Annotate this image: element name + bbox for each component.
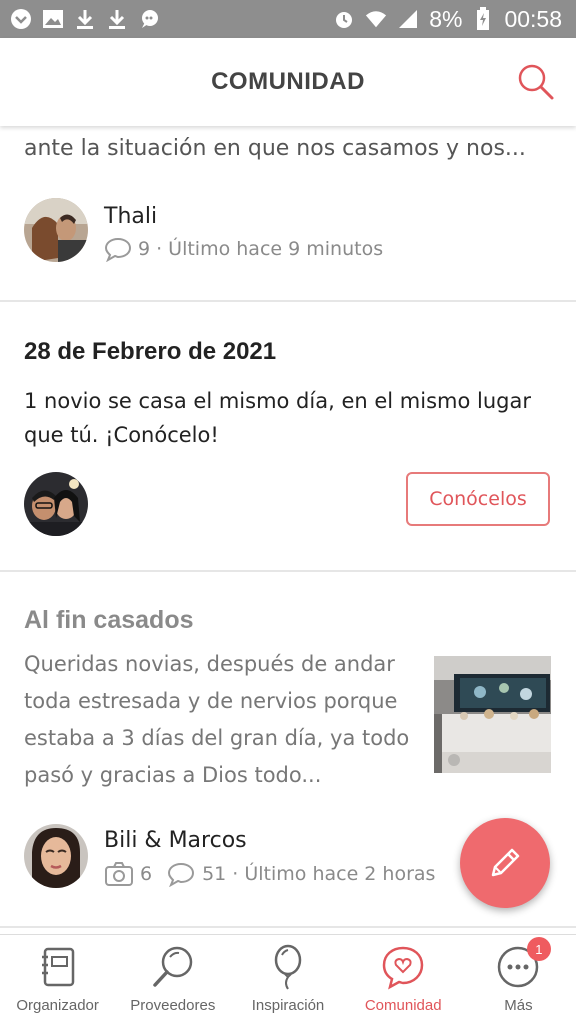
match-date: 28 de Febrero de 2021 (24, 338, 277, 365)
comment-count: 51 (202, 863, 227, 885)
author-name[interactable]: Bili & Marcos (104, 828, 247, 853)
nav-proveedores[interactable]: Proveedores (115, 935, 230, 1024)
download-icon (74, 8, 96, 30)
divider (0, 926, 576, 928)
nav-mas[interactable]: 1 Más (461, 935, 576, 1024)
nav-label: Más (504, 997, 533, 1014)
last-activity: · Último hace 2 horas (232, 863, 436, 885)
search-button[interactable] (514, 60, 558, 104)
comment-count: 9 (138, 238, 151, 260)
new-post-button[interactable] (460, 818, 550, 908)
match-card[interactable]: 28 de Febrero de 2021 1 novio se casa el… (0, 302, 576, 570)
discussion-snippet: Queridas novias, después de andar toda e… (24, 652, 410, 787)
balloon-icon (264, 943, 312, 991)
last-activity: · Último hace 9 minutos (156, 238, 384, 260)
nav-inspiracion[interactable]: Inspiración (230, 935, 345, 1024)
nav-comunidad[interactable]: Comunidad (346, 935, 461, 1024)
pencil-icon (491, 848, 520, 877)
download-icon (106, 8, 128, 30)
match-text: 1 novio se casa el mismo día, en el mism… (24, 389, 531, 447)
bottom-nav: Organizador Proveedores Inspiración Comu… (0, 934, 576, 1024)
status-bar-notifications (10, 8, 160, 30)
conocelos-button[interactable]: Conócelos (406, 472, 550, 526)
image-icon (42, 8, 64, 30)
alarm-icon (333, 8, 355, 30)
avatar[interactable] (24, 824, 88, 888)
avatar[interactable] (24, 472, 88, 536)
app-header: COMUNIDAD (0, 38, 576, 126)
nav-organizador[interactable]: Organizador (0, 935, 115, 1024)
photo-count: 6 (140, 863, 153, 885)
search-icon (518, 64, 554, 100)
nav-label: Comunidad (364, 997, 442, 1014)
discussion-snippet: ante la situación en que nos casamos y n… (24, 136, 526, 161)
discussion-thumbnail[interactable] (434, 656, 551, 773)
discussion-title[interactable]: Al fin casados (24, 606, 194, 635)
signal-icon (397, 8, 419, 30)
notebook-icon (34, 943, 82, 991)
discussion-card[interactable]: ante la situación en que nos casamos y n… (0, 126, 576, 300)
camera-icon (105, 862, 133, 886)
status-time: 00:58 (504, 5, 562, 32)
battery-charging-icon (472, 7, 494, 30)
discussion-meta: 6 51 · Último hace 2 horas (104, 861, 435, 887)
magnifier-icon (149, 943, 197, 991)
status-bar-system: 8% 00:58 (333, 6, 562, 33)
feed[interactable]: ante la situación en que nos casamos y n… (0, 126, 576, 934)
battery-percent: 8% (429, 5, 463, 32)
comment-icon (104, 237, 132, 262)
author-name[interactable]: Thali (104, 204, 157, 229)
notification-badge: 1 (526, 937, 551, 961)
page-title: COMUNIDAD (211, 68, 365, 95)
nav-label: Organizador (16, 997, 99, 1014)
nav-label: Inspiración (251, 997, 325, 1014)
chat-bubble-icon (138, 8, 160, 30)
discussion-meta: 9 · Último hace 9 minutos (104, 236, 383, 262)
heart-bubble-icon (379, 943, 427, 991)
comment-icon (168, 862, 195, 887)
avatar[interactable] (24, 198, 88, 262)
status-bar: 8% 00:58 (0, 0, 576, 38)
wifi-icon (365, 8, 387, 30)
chevron-down-circle-icon (10, 8, 32, 30)
nav-label: Proveedores (130, 997, 216, 1014)
